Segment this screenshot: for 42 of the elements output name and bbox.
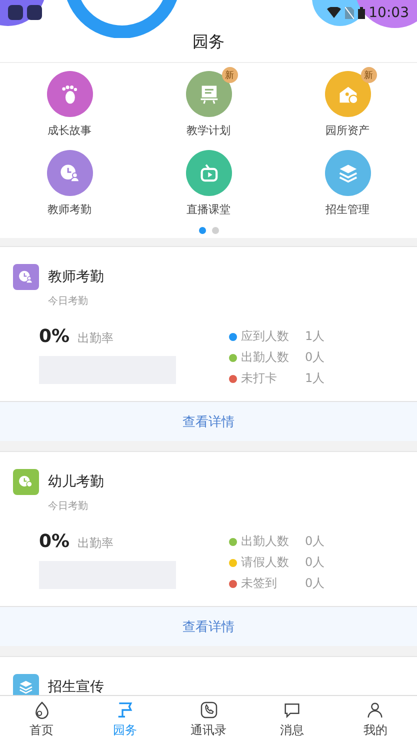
page-title: 园务 xyxy=(192,31,226,53)
page-dot[interactable] xyxy=(212,227,218,234)
notification-icon xyxy=(27,5,42,20)
menu-item[interactable]: 成长故事 xyxy=(0,71,139,138)
view-details-button[interactable]: 查看详情 xyxy=(0,401,417,441)
new-badge: 新 xyxy=(222,67,238,83)
rate-label: 出勤率 xyxy=(78,535,114,552)
view-details-button[interactable]: 查看详情 xyxy=(0,606,417,646)
card-title: 教师考勤 xyxy=(48,268,104,286)
notification-icon xyxy=(8,5,23,20)
card-subtitle: 今日考勤 xyxy=(48,294,89,308)
card-subtitle: 今日考勤 xyxy=(48,500,89,513)
stat-value: 0人 xyxy=(305,533,325,550)
nav-tab[interactable]: 消息 xyxy=(250,696,334,743)
stat-label: 未签到 xyxy=(241,575,278,592)
attendance-rate: 0% xyxy=(39,326,70,347)
stat-label: 未打卡 xyxy=(241,370,278,387)
menu-item[interactable]: 教师考勤 xyxy=(0,150,139,217)
new-badge: 新 xyxy=(360,67,376,83)
stat-label: 出勤人数 xyxy=(241,349,290,366)
page-dot[interactable] xyxy=(198,227,206,234)
phone-icon xyxy=(198,700,219,720)
menu-item[interactable]: 直播课堂 xyxy=(139,150,278,217)
attendance-rate: 0% xyxy=(39,531,70,552)
clock-time: 10:03 xyxy=(368,4,409,20)
nav-tab[interactable]: 我的 xyxy=(334,696,417,743)
nav-tab[interactable]: 首页 xyxy=(0,696,84,743)
card-title: 幼儿考勤 xyxy=(48,473,104,491)
stat-value: 0人 xyxy=(305,554,325,571)
stat-value: 1人 xyxy=(305,328,325,345)
stat-label: 请假人数 xyxy=(241,554,290,571)
wifi-icon xyxy=(326,7,341,18)
nav-tab[interactable]: 通讯录 xyxy=(166,696,250,743)
stat-value: 0人 xyxy=(305,575,325,592)
stat-label: 出勤人数 xyxy=(241,533,290,550)
stat-value: 0人 xyxy=(305,349,325,366)
no-sim-icon xyxy=(344,6,354,18)
stat-value: 1人 xyxy=(305,370,325,387)
card-title: 招生宣传 xyxy=(48,678,104,695)
rate-label: 出勤率 xyxy=(78,330,114,347)
stat-label: 应到人数 xyxy=(241,328,290,345)
menu-item[interactable]: 招生管理 xyxy=(278,150,417,217)
